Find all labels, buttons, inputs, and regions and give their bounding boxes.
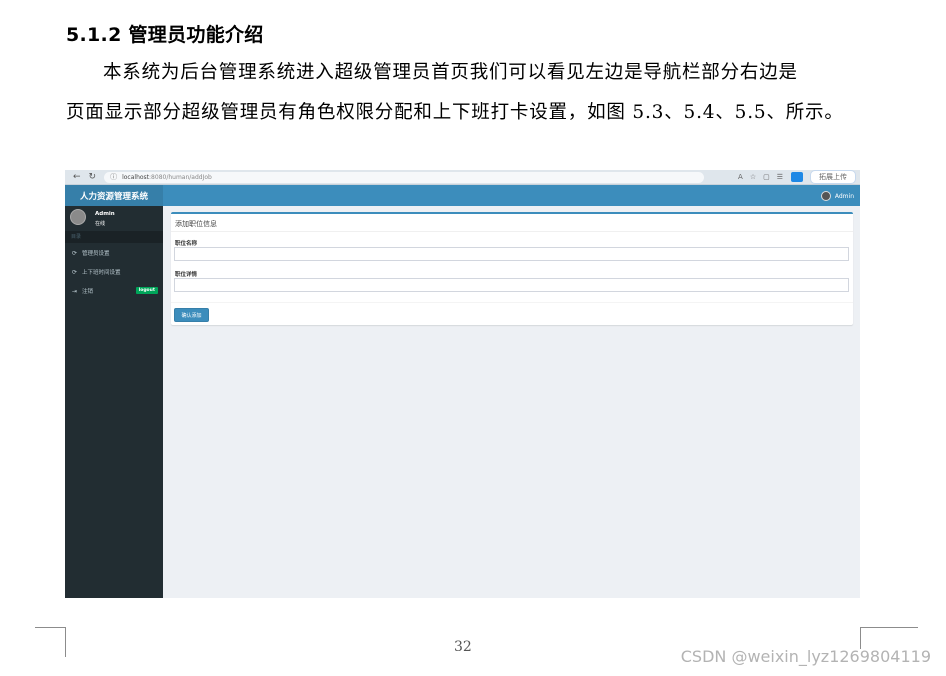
watermark: CSDN @weixin_lyz1269804119 [680, 647, 931, 666]
back-icon[interactable]: ← [73, 172, 81, 182]
split-view-icon[interactable]: ▢ [763, 173, 770, 181]
info-icon: ⓘ [110, 173, 118, 181]
browser-tools: A ☆ ▢ ☰ 拓展上传 [731, 170, 856, 184]
section-heading: 5.1.2 管理员功能介绍 [66, 24, 264, 46]
sidebar-item-time-settings[interactable]: ⟳ 上下班时间设置 [65, 265, 163, 279]
logout-badge: logout [135, 287, 158, 294]
top-user-name: Admin [834, 192, 854, 200]
read-aloud-icon[interactable]: A [738, 173, 743, 181]
paragraph-line-1: 本系统为后台管理系统进入超级管理员首页我们可以看见左边是导航栏部分右边是 [103, 62, 798, 83]
url-text: localhost:8080/human/addJob [122, 174, 212, 181]
form-title: 添加职位信息 [175, 220, 217, 228]
sidebar-user-status: 在线 [95, 221, 106, 227]
form-divider [171, 231, 853, 232]
browser-toolbar: ← ↻ ⓘ localhost:8080/human/addJob A ☆ ▢ … [65, 170, 860, 185]
page-number: 32 [454, 639, 472, 655]
job-name-label: 职位名称 [175, 241, 198, 247]
paragraph-line-2: 页面显示部分超级管理员有角色权限分配和上下班打卡设置，如图 5.3、5.4、5.… [66, 102, 844, 123]
sidebar-item-logout[interactable]: ⇥ 注销 logout [65, 284, 163, 298]
sidebar-item-admin-settings[interactable]: ⟳ 管理员设置 [65, 246, 163, 260]
job-detail-label: 职位详情 [175, 272, 198, 278]
sidebar-item-label: 管理员设置 [82, 251, 110, 257]
form-footer-divider [171, 302, 853, 303]
sync-button[interactable]: 拓展上传 [810, 170, 856, 184]
top-avatar [820, 191, 831, 201]
embedded-screenshot: ← ↻ ⓘ localhost:8080/human/addJob A ☆ ▢ … [65, 170, 860, 598]
sidebar-user-panel: Admin 在线 [65, 206, 163, 230]
address-bar[interactable]: ⓘ localhost:8080/human/addJob [104, 171, 705, 183]
page-corner-mark-right [860, 627, 918, 649]
page-corner-mark-left [35, 627, 66, 657]
job-detail-input[interactable] [174, 278, 849, 292]
sidebar-user-name: Admin [95, 211, 115, 217]
app-brand[interactable]: 人力资源管理系统 [65, 185, 163, 206]
url-path: :8080/human/addJob [149, 173, 212, 181]
refresh-icon: ⟳ [72, 249, 78, 257]
sidebar-item-label: 注销 [82, 289, 94, 295]
sidebar: Admin 在线 目录 ⟳ 管理员设置 ⟳ 上下班时间设置 ⇥ 注销 logou… [65, 206, 163, 598]
app-top-bar [65, 185, 860, 206]
add-job-form: 添加职位信息 职位名称 职位详情 确认添加 [171, 212, 853, 325]
favorites-icon[interactable]: ☆ [750, 173, 756, 181]
extension-icon[interactable] [791, 172, 803, 182]
confirm-add-button[interactable]: 确认添加 [174, 308, 209, 322]
refresh-icon: ⟳ [72, 268, 78, 276]
top-user-menu[interactable]: Admin [820, 191, 854, 201]
logout-icon: ⇥ [72, 287, 78, 295]
url-host: localhost [122, 173, 150, 181]
sidebar-menu-header: 目录 [65, 231, 163, 243]
collections-icon[interactable]: ☰ [777, 173, 783, 181]
reload-icon[interactable]: ↻ [89, 172, 97, 182]
job-name-input[interactable] [174, 247, 849, 261]
sidebar-avatar [70, 209, 86, 225]
sidebar-item-label: 上下班时间设置 [82, 270, 121, 276]
